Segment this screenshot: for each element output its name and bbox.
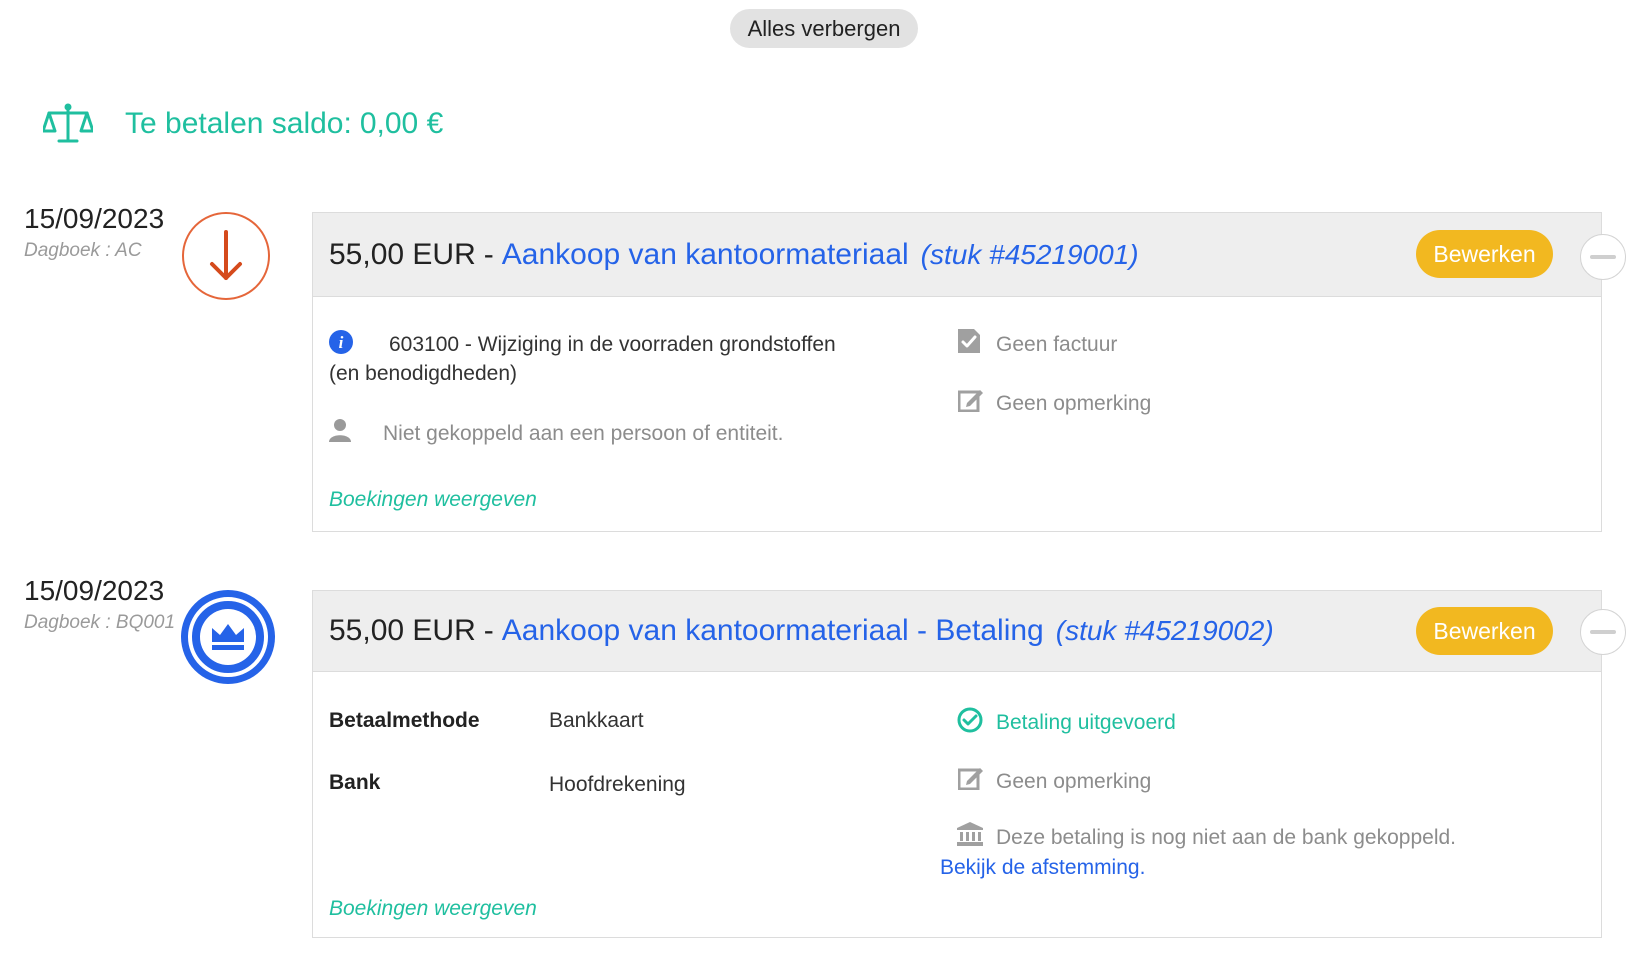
edit-note-icon bbox=[958, 390, 983, 412]
entry-separator: - bbox=[483, 237, 494, 271]
entry-piece-number[interactable]: (stuk #45219001) bbox=[921, 239, 1139, 271]
check-circle-icon bbox=[957, 707, 983, 733]
collapse-button[interactable] bbox=[1580, 234, 1626, 280]
entry-card: 55,00 EUR - Aankoop van kantoormateriaal… bbox=[312, 590, 1602, 938]
hide-all-button[interactable]: Alles verbergen bbox=[730, 9, 918, 48]
minus-icon bbox=[1590, 630, 1616, 634]
balance-value: 0,00 € bbox=[359, 107, 444, 140]
payment-method-label: Betaalmethode bbox=[329, 709, 480, 732]
person-icon bbox=[329, 419, 351, 442]
invoice-status: Geen factuur bbox=[996, 333, 1118, 356]
show-bookings-link[interactable]: Boekingen weergeven bbox=[329, 897, 537, 921]
arrow-down-icon bbox=[210, 230, 242, 280]
edit-button[interactable]: Bewerken bbox=[1416, 230, 1553, 278]
entry-date: 15/09/2023 bbox=[24, 575, 165, 606]
collapse-button[interactable] bbox=[1580, 609, 1626, 655]
purchase-status-badge bbox=[182, 212, 270, 300]
entry-amount: 55,00 EUR bbox=[329, 237, 476, 271]
bank-link-note: Deze betaling is nog niet aan de bank ge… bbox=[996, 826, 1457, 849]
account-line-2: (en benodigdheden) bbox=[329, 362, 517, 385]
balance-text: Te betalen saldo: 0,00 € bbox=[125, 107, 443, 141]
entry-separator: - bbox=[483, 614, 494, 647]
bank-label: Bank bbox=[329, 771, 381, 794]
payment-status: Betaling uitgevoerd bbox=[996, 711, 1176, 734]
entry-title-link[interactable]: Aankoop van kantoormateriaal bbox=[502, 238, 909, 272]
crown-icon bbox=[188, 597, 268, 677]
account-line-1: 603100 - Wijziging in de voorraden grond… bbox=[389, 333, 836, 356]
entry-header: 55,00 EUR - Aankoop van kantoormateriaal… bbox=[313, 213, 1601, 297]
entry-title-link[interactable]: Aankoop van kantoormateriaal - Betaling bbox=[502, 614, 1044, 648]
entry-date: 15/09/2023 bbox=[24, 203, 165, 234]
show-bookings-link[interactable]: Boekingen weergeven bbox=[329, 488, 537, 512]
entry-piece-number[interactable]: (stuk #45219002) bbox=[1056, 615, 1274, 647]
scale-icon bbox=[43, 103, 93, 143]
payment-status-badge bbox=[181, 590, 275, 684]
entry-header: 55,00 EUR - Aankoop van kantoormateriaal… bbox=[313, 591, 1601, 672]
reconciliation-link[interactable]: Bekijk de afstemming. bbox=[940, 856, 1145, 880]
remark-status: Geen opmerking bbox=[996, 392, 1152, 415]
entry-amount: 55,00 EUR bbox=[329, 614, 476, 647]
edit-note-icon bbox=[958, 768, 983, 790]
svg-text:i: i bbox=[339, 333, 344, 352]
invoice-check-icon bbox=[958, 329, 980, 353]
edit-button[interactable]: Bewerken bbox=[1416, 607, 1553, 655]
balance-summary: Te betalen saldo: 0,00 € bbox=[43, 103, 443, 145]
balance-label: Te betalen saldo: bbox=[125, 107, 352, 140]
entry-journal: Dagboek : AC bbox=[24, 240, 142, 261]
info-icon: i bbox=[329, 330, 353, 354]
bank-icon bbox=[957, 822, 983, 846]
entry-journal: Dagboek : BQ001 bbox=[24, 612, 176, 633]
bank-value: Hoofdrekening bbox=[549, 773, 686, 796]
entry-card: 55,00 EUR - Aankoop van kantoormateriaal… bbox=[312, 212, 1602, 532]
payment-method-value: Bankkaart bbox=[549, 709, 644, 732]
remark-status: Geen opmerking bbox=[996, 770, 1152, 793]
minus-icon bbox=[1590, 255, 1616, 259]
person-link-status: Niet gekoppeld aan een persoon of entite… bbox=[383, 422, 784, 445]
